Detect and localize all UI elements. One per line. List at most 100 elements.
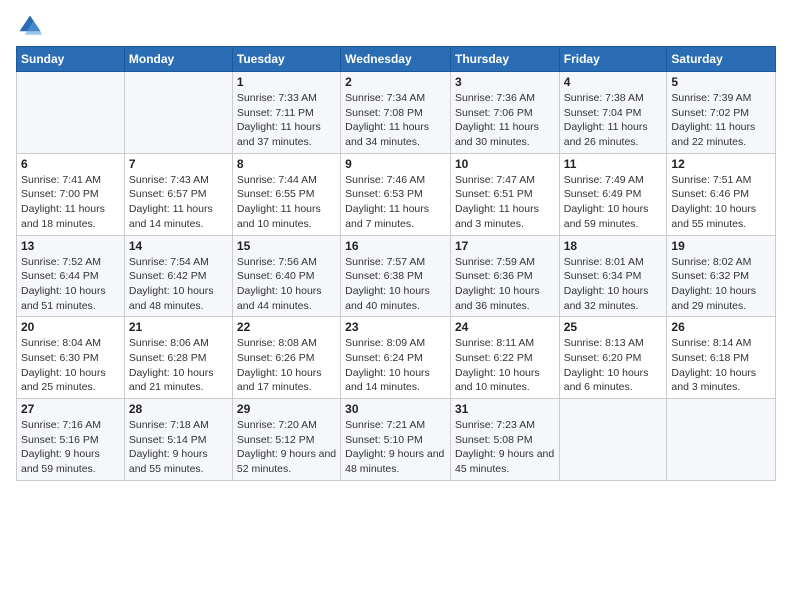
day-number: 28 xyxy=(129,402,228,416)
table-row: 11Sunrise: 7:49 AMSunset: 6:49 PMDayligh… xyxy=(559,153,667,235)
sunset-text: Sunset: 5:10 PM xyxy=(345,434,423,446)
daylight-text: Daylight: 10 hours and 29 minutes. xyxy=(671,285,756,312)
logo xyxy=(16,12,48,40)
calendar-week-row: 13 Sunrise: 7:52 AM Sunset: 6:44 PM Dayligh… xyxy=(17,235,776,317)
sunrise-text: Sunrise: 7:57 AM xyxy=(345,256,425,268)
daylight-text: Daylight: 10 hours and 25 minutes. xyxy=(21,367,106,394)
sunset-text: Sunset: 7:06 PM xyxy=(455,107,533,119)
daylight-text: Daylight: 11 hours and 37 minutes. xyxy=(237,121,321,148)
daylight-text: Daylight: 11 hours and 14 minutes. xyxy=(129,203,213,230)
day-number: 12 xyxy=(671,157,771,171)
table-row: 10Sunrise: 7:47 AMSunset: 6:51 PMDayligh… xyxy=(450,153,559,235)
sunrise-text: Sunrise: 7:43 AM xyxy=(129,174,209,186)
sunrise-text: Sunrise: 7:39 AM xyxy=(671,92,751,104)
daylight-text: Daylight: 9 hours and 52 minutes. xyxy=(237,448,336,475)
table-row: 15 Sunrise: 7:56 AMSunset: 6:40 PMDayligh… xyxy=(232,235,340,317)
col-tuesday: Tuesday xyxy=(232,47,340,72)
sunrise-text: Sunrise: 7:20 AM xyxy=(237,419,317,431)
daylight-text: Daylight: 11 hours and 34 minutes. xyxy=(345,121,429,148)
day-number: 22 xyxy=(237,320,336,334)
daylight-text: Daylight: 11 hours and 26 minutes. xyxy=(564,121,648,148)
sunrise-text: Sunrise: 7:49 AM xyxy=(564,174,644,186)
table-row: 20 Sunrise: 8:04 AMSunset: 6:30 PMDayligh… xyxy=(17,317,125,399)
day-number: 21 xyxy=(129,320,228,334)
table-row xyxy=(559,399,667,481)
day-number: 15 xyxy=(237,239,336,253)
sunset-text: Sunset: 6:44 PM xyxy=(21,270,99,282)
sunrise-text: Sunrise: 7:52 AM xyxy=(21,256,101,268)
sunrise-text: Sunrise: 8:13 AM xyxy=(564,337,644,349)
daylight-text: Daylight: 9 hours and 55 minutes. xyxy=(129,448,208,475)
sunrise-text: Sunrise: 8:09 AM xyxy=(345,337,425,349)
daylight-text: Daylight: 10 hours and 21 minutes. xyxy=(129,367,214,394)
sunset-text: Sunset: 6:32 PM xyxy=(671,270,749,282)
day-number: 1 xyxy=(237,75,336,89)
sunset-text: Sunset: 6:22 PM xyxy=(455,352,533,364)
sunrise-text: Sunrise: 7:41 AM xyxy=(21,174,101,186)
sunset-text: Sunset: 7:04 PM xyxy=(564,107,642,119)
day-number: 10 xyxy=(455,157,555,171)
day-number: 17 xyxy=(455,239,555,253)
sunrise-text: Sunrise: 8:06 AM xyxy=(129,337,209,349)
day-number: 26 xyxy=(671,320,771,334)
table-row: 12Sunrise: 7:51 AMSunset: 6:46 PMDayligh… xyxy=(667,153,776,235)
calendar-table: Sunday Monday Tuesday Wednesday Thursday… xyxy=(16,46,776,481)
sunrise-text: Sunrise: 7:21 AM xyxy=(345,419,425,431)
sunrise-text: Sunrise: 7:33 AM xyxy=(237,92,317,104)
day-info: Sunrise: 8:14 AMSunset: 6:18 PMDaylight:… xyxy=(671,336,771,395)
daylight-text: Daylight: 11 hours and 30 minutes. xyxy=(455,121,539,148)
sunrise-text: Sunrise: 7:59 AM xyxy=(455,256,535,268)
table-row: 30Sunrise: 7:21 AMSunset: 5:10 PMDayligh… xyxy=(341,399,451,481)
calendar-header-row: Sunday Monday Tuesday Wednesday Thursday… xyxy=(17,47,776,72)
table-row: 18Sunrise: 8:01 AMSunset: 6:34 PMDayligh… xyxy=(559,235,667,317)
day-number: 3 xyxy=(455,75,555,89)
header xyxy=(16,12,776,40)
daylight-text: Daylight: 10 hours and 55 minutes. xyxy=(671,203,756,230)
sunset-text: Sunset: 6:51 PM xyxy=(455,188,533,200)
table-row xyxy=(667,399,776,481)
day-number: 13 xyxy=(21,239,120,253)
sunset-text: Sunset: 6:40 PM xyxy=(237,270,315,282)
day-info: Sunrise: 7:18 AMSunset: 5:14 PMDaylight:… xyxy=(129,418,228,477)
sunset-text: Sunset: 7:02 PM xyxy=(671,107,749,119)
day-info: Sunrise: 7:59 AMSunset: 6:36 PMDaylight:… xyxy=(455,255,555,314)
table-row: 19Sunrise: 8:02 AMSunset: 6:32 PMDayligh… xyxy=(667,235,776,317)
sunrise-text: Sunrise: 7:16 AM xyxy=(21,419,101,431)
table-row: 1 Sunrise: 7:33 AMSunset: 7:11 PMDaylight… xyxy=(232,72,340,154)
table-row xyxy=(17,72,125,154)
table-row: 25Sunrise: 8:13 AMSunset: 6:20 PMDayligh… xyxy=(559,317,667,399)
day-info: Sunrise: 7:43 AM Sunset: 6:57 PM Daylight:… xyxy=(129,173,228,232)
daylight-text: Daylight: 9 hours and 48 minutes. xyxy=(345,448,444,475)
day-info: Sunrise: 8:09 AMSunset: 6:24 PMDaylight:… xyxy=(345,336,446,395)
sunset-text: Sunset: 6:26 PM xyxy=(237,352,315,364)
day-number: 27 xyxy=(21,402,120,416)
daylight-text: Daylight: 10 hours and 44 minutes. xyxy=(237,285,322,312)
sunset-text: Sunset: 6:55 PM xyxy=(237,188,315,200)
table-row: 16Sunrise: 7:57 AMSunset: 6:38 PMDayligh… xyxy=(341,235,451,317)
daylight-text: Daylight: 11 hours and 22 minutes. xyxy=(671,121,755,148)
daylight-text: Daylight: 9 hours and 45 minutes. xyxy=(455,448,554,475)
daylight-text: Daylight: 10 hours and 17 minutes. xyxy=(237,367,322,394)
sunset-text: Sunset: 6:24 PM xyxy=(345,352,423,364)
day-number: 7 xyxy=(129,157,228,171)
day-info: Sunrise: 7:34 AMSunset: 7:08 PMDaylight:… xyxy=(345,91,446,150)
table-row: 8Sunrise: 7:44 AMSunset: 6:55 PMDaylight… xyxy=(232,153,340,235)
day-info: Sunrise: 8:04 AMSunset: 6:30 PMDaylight:… xyxy=(21,336,120,395)
daylight-text: Daylight: 10 hours and 48 minutes. xyxy=(129,285,214,312)
table-row: 3Sunrise: 7:36 AMSunset: 7:06 PMDaylight… xyxy=(450,72,559,154)
day-number: 20 xyxy=(21,320,120,334)
day-info: Sunrise: 7:33 AMSunset: 7:11 PMDaylight:… xyxy=(237,91,336,150)
day-number: 16 xyxy=(345,239,446,253)
day-info: Sunrise: 7:56 AMSunset: 6:40 PMDaylight:… xyxy=(237,255,336,314)
sunrise-text: Sunrise: 7:38 AM xyxy=(564,92,644,104)
sunset-text: Sunset: 6:57 PM xyxy=(129,188,207,200)
day-number: 31 xyxy=(455,402,555,416)
day-number: 18 xyxy=(564,239,663,253)
col-wednesday: Wednesday xyxy=(341,47,451,72)
sunrise-text: Sunrise: 8:04 AM xyxy=(21,337,101,349)
col-saturday: Saturday xyxy=(667,47,776,72)
day-number: 2 xyxy=(345,75,446,89)
table-row: 5Sunrise: 7:39 AMSunset: 7:02 PMDaylight… xyxy=(667,72,776,154)
daylight-text: Daylight: 11 hours and 10 minutes. xyxy=(237,203,321,230)
table-row: 17 Sunrise: 7:59 AMSunset: 6:36 PMDayligh… xyxy=(450,235,559,317)
